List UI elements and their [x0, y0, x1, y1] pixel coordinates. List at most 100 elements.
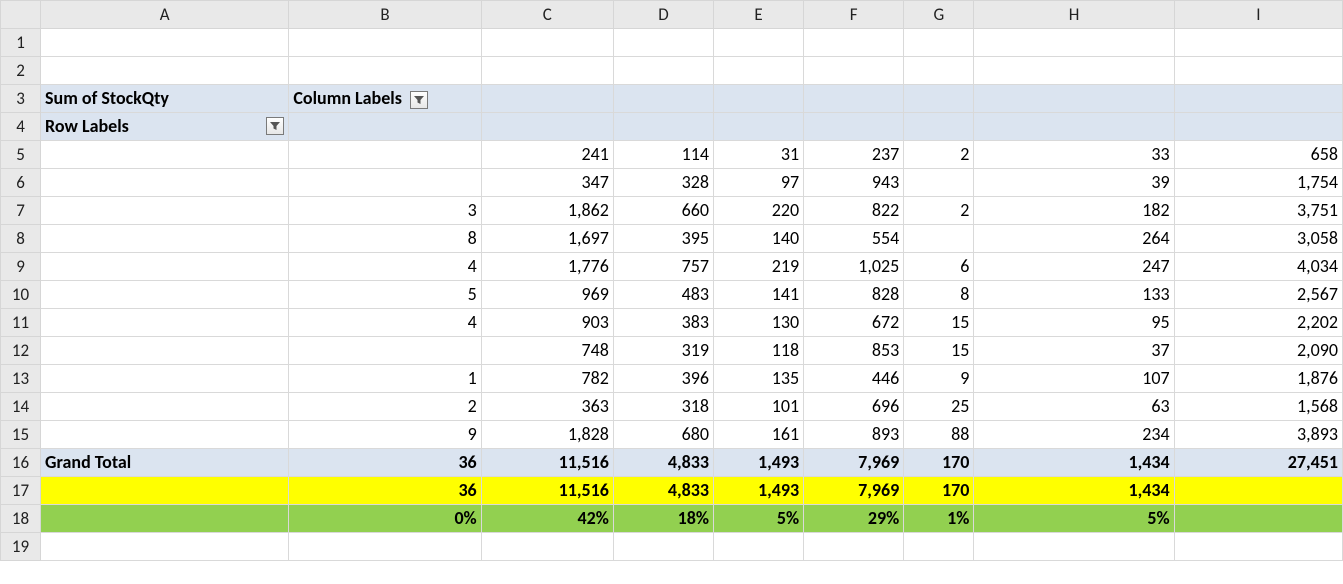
cell-C9[interactable]: 1,776 — [481, 253, 613, 281]
cell-G1[interactable] — [904, 29, 974, 57]
cell-D18[interactable]: 18% — [613, 505, 713, 533]
cell-E1[interactable] — [714, 29, 804, 57]
cell-E11[interactable]: 130 — [714, 309, 804, 337]
cell-I3[interactable] — [1174, 85, 1342, 113]
cell-F15[interactable]: 893 — [804, 421, 904, 449]
row-header-18[interactable]: 18 — [1, 505, 41, 533]
cell-C19[interactable] — [481, 533, 613, 561]
cell-D7[interactable]: 660 — [613, 197, 713, 225]
cell-C5[interactable]: 241 — [481, 141, 613, 169]
col-header-F[interactable]: F — [804, 1, 904, 29]
pivot-column-labels[interactable]: Column Labels — [289, 85, 481, 113]
cell-A8[interactable] — [41, 225, 289, 253]
cell-C15[interactable]: 1,828 — [481, 421, 613, 449]
cell-D13[interactable]: 396 — [613, 365, 713, 393]
cell-G18[interactable]: 1% — [904, 505, 974, 533]
cell-E2[interactable] — [714, 57, 804, 85]
row-header-4[interactable]: 4 — [1, 113, 41, 141]
cell-I14[interactable]: 1,568 — [1174, 393, 1342, 421]
cell-G15[interactable]: 88 — [904, 421, 974, 449]
cell-I13[interactable]: 1,876 — [1174, 365, 1342, 393]
cell-C7[interactable]: 1,862 — [481, 197, 613, 225]
cell-H18[interactable]: 5% — [974, 505, 1174, 533]
cell-A2[interactable] — [41, 57, 289, 85]
cell-C14[interactable]: 363 — [481, 393, 613, 421]
cell-C6[interactable]: 347 — [481, 169, 613, 197]
cell-B19[interactable] — [289, 533, 481, 561]
cell-F12[interactable]: 853 — [804, 337, 904, 365]
cell-A7[interactable] — [41, 197, 289, 225]
cell-C1[interactable] — [481, 29, 613, 57]
cell-H1[interactable] — [974, 29, 1174, 57]
cell-A14[interactable] — [41, 393, 289, 421]
cell-F17[interactable]: 7,969 — [804, 477, 904, 505]
cell-C17[interactable]: 11,516 — [481, 477, 613, 505]
cell-F7[interactable]: 822 — [804, 197, 904, 225]
row-header-16[interactable]: 16 — [1, 449, 41, 477]
cell-B7[interactable]: 3 — [289, 197, 481, 225]
row-header-9[interactable]: 9 — [1, 253, 41, 281]
cell-I19[interactable] — [1174, 533, 1342, 561]
cell-E9[interactable]: 219 — [714, 253, 804, 281]
cell-I16[interactable]: 27,451 — [1174, 449, 1342, 477]
cell-B6[interactable] — [289, 169, 481, 197]
cell-E18[interactable]: 5% — [714, 505, 804, 533]
cell-D15[interactable]: 680 — [613, 421, 713, 449]
cell-G8[interactable] — [904, 225, 974, 253]
cell-I8[interactable]: 3,058 — [1174, 225, 1342, 253]
cell-A17[interactable] — [41, 477, 289, 505]
cell-H9[interactable]: 247 — [974, 253, 1174, 281]
cell-E3[interactable] — [714, 85, 804, 113]
cell-G17[interactable]: 170 — [904, 477, 974, 505]
cell-E15[interactable]: 161 — [714, 421, 804, 449]
cell-G2[interactable] — [904, 57, 974, 85]
cell-D1[interactable] — [613, 29, 713, 57]
cell-G7[interactable]: 2 — [904, 197, 974, 225]
cell-E5[interactable]: 31 — [714, 141, 804, 169]
cell-I11[interactable]: 2,202 — [1174, 309, 1342, 337]
cell-A13[interactable] — [41, 365, 289, 393]
cell-G5[interactable]: 2 — [904, 141, 974, 169]
cell-F18[interactable]: 29% — [804, 505, 904, 533]
cell-A1[interactable] — [41, 29, 289, 57]
cell-F11[interactable]: 672 — [804, 309, 904, 337]
cell-D3[interactable] — [613, 85, 713, 113]
cell-B2[interactable] — [289, 57, 481, 85]
cell-E14[interactable]: 101 — [714, 393, 804, 421]
cell-A9[interactable] — [41, 253, 289, 281]
cell-B8[interactable]: 8 — [289, 225, 481, 253]
cell-H16[interactable]: 1,434 — [974, 449, 1174, 477]
col-header-I[interactable]: I — [1174, 1, 1342, 29]
cell-B12[interactable] — [289, 337, 481, 365]
cell-B11[interactable]: 4 — [289, 309, 481, 337]
cell-B5[interactable] — [289, 141, 481, 169]
row-header-15[interactable]: 15 — [1, 421, 41, 449]
cell-I5[interactable]: 658 — [1174, 141, 1342, 169]
cell-E19[interactable] — [714, 533, 804, 561]
cell-G4[interactable] — [904, 113, 974, 141]
cell-G11[interactable]: 15 — [904, 309, 974, 337]
cell-C16[interactable]: 11,516 — [481, 449, 613, 477]
cell-I10[interactable]: 2,567 — [1174, 281, 1342, 309]
cell-D10[interactable]: 483 — [613, 281, 713, 309]
col-header-B[interactable]: B — [289, 1, 481, 29]
cell-D4[interactable] — [613, 113, 713, 141]
cell-D16[interactable]: 4,833 — [613, 449, 713, 477]
cell-H7[interactable]: 182 — [974, 197, 1174, 225]
cell-G19[interactable] — [904, 533, 974, 561]
cell-A12[interactable] — [41, 337, 289, 365]
cell-B10[interactable]: 5 — [289, 281, 481, 309]
cell-G13[interactable]: 9 — [904, 365, 974, 393]
cell-H12[interactable]: 37 — [974, 337, 1174, 365]
cell-I4[interactable] — [1174, 113, 1342, 141]
cell-H8[interactable]: 264 — [974, 225, 1174, 253]
cell-F5[interactable]: 237 — [804, 141, 904, 169]
cell-H10[interactable]: 133 — [974, 281, 1174, 309]
row-header-13[interactable]: 13 — [1, 365, 41, 393]
cell-F4[interactable] — [804, 113, 904, 141]
cell-C3[interactable] — [481, 85, 613, 113]
cell-H17[interactable]: 1,434 — [974, 477, 1174, 505]
row-labels-filter-button[interactable] — [266, 117, 284, 135]
cell-A15[interactable] — [41, 421, 289, 449]
cell-I1[interactable] — [1174, 29, 1342, 57]
